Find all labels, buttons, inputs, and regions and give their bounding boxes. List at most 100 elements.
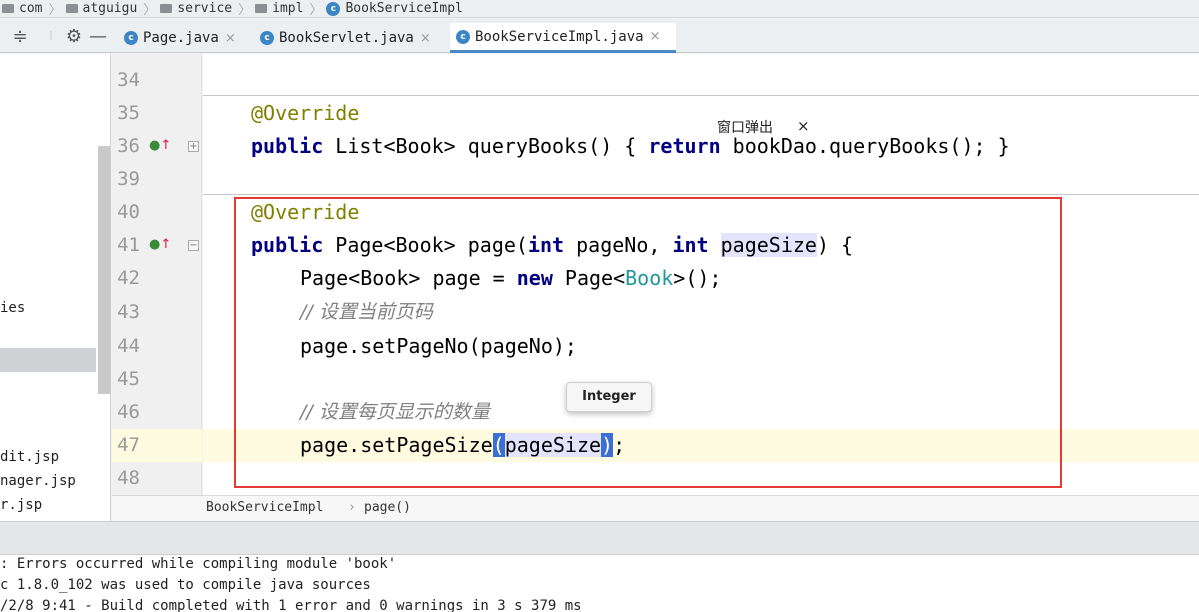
tab-bookserviceimpl-java[interactable]: c BookServiceImpl.java ×	[450, 23, 676, 53]
class-icon: c	[326, 1, 341, 16]
fold-expand-icon[interactable]: +	[188, 141, 199, 152]
annotation-token: @Override	[251, 101, 360, 125]
class-icon: c	[124, 31, 138, 45]
breadcrumb-separator: ›	[348, 500, 356, 515]
build-output-panel: : Errors occurred while compiling module…	[0, 555, 1199, 612]
close-icon[interactable]: ×	[420, 31, 431, 46]
code-line-40: @Override	[251, 196, 359, 229]
breadcrumb-item-class[interactable]: c BookServiceImpl	[326, 1, 463, 16]
highlighted-parameter: pageSize	[504, 433, 602, 457]
breadcrumb-separator: 〉	[309, 3, 323, 18]
matched-brace: (	[492, 433, 505, 457]
highlighted-parameter: pageSize	[720, 233, 817, 257]
keyword-token: return	[648, 134, 721, 158]
output-line: c 1.8.0_102 was used to compile java sou…	[0, 577, 371, 593]
tree-item[interactable]: dit.jsp	[0, 449, 59, 465]
keyword-token: new	[516, 266, 553, 290]
breadcrumb-item-com[interactable]: com	[2, 1, 42, 16]
line-number: 39	[117, 168, 140, 190]
code-token: ) {	[816, 233, 854, 257]
output-line: /2/8 9:41 - Build completed with 1 error…	[0, 598, 582, 612]
gear-icon[interactable]: ⚙	[62, 26, 86, 47]
editor-tab-bar: ≑ | ⚙ — c Page.java × c BookServlet.java…	[0, 19, 1199, 53]
generic-token: Book	[625, 266, 674, 290]
code-token: Page<Book> page =	[300, 266, 517, 290]
code-token: page.setPageSize	[300, 433, 493, 457]
folder-icon	[2, 4, 14, 13]
tree-item[interactable]: nager.jsp	[0, 473, 76, 489]
minimize-icon[interactable]: —	[86, 26, 110, 47]
code-line-44: page.setPageNo(pageNo);	[300, 330, 577, 363]
code-token: ;	[613, 433, 626, 457]
annotation-token: @Override	[251, 200, 360, 224]
code-line-47: page.setPageSize(pageSize);	[300, 429, 625, 462]
line-number: 48	[117, 467, 140, 489]
breadcrumb-separator: 〉	[238, 3, 252, 18]
method-separator	[203, 95, 1199, 96]
line-number: 44	[117, 335, 140, 357]
breadcrumb-separator: 〉	[143, 3, 157, 18]
line-number: 43	[117, 301, 140, 323]
class-icon: c	[456, 29, 470, 44]
code-line-42: Page<Book> page = new Page<Book>();	[300, 262, 721, 295]
collapse-icon[interactable]: ≑	[0, 26, 40, 47]
fold-collapse-icon[interactable]: −	[188, 240, 199, 251]
comment-token: // 设置每页显示的数量	[300, 401, 490, 423]
project-toolbar: ≑ | ⚙ —	[0, 19, 112, 53]
code-line-36: public List<Book> queryBooks() { return …	[251, 130, 1010, 163]
method-breadcrumb-method[interactable]: page()	[364, 500, 411, 515]
line-number: 45	[117, 368, 140, 390]
code-token: pageNo,	[564, 233, 673, 257]
folder-icon	[255, 4, 268, 13]
toolbar-divider: |	[49, 31, 53, 41]
method-breadcrumb-class[interactable]: BookServiceImpl	[206, 500, 323, 515]
keyword-token: public	[251, 233, 324, 257]
code-token: Page<	[552, 266, 626, 290]
line-number: 34	[117, 69, 140, 91]
tab-page-java[interactable]: c Page.java ×	[118, 23, 242, 53]
output-line: : Errors occurred while compiling module…	[0, 556, 397, 572]
keyword-token: int	[527, 233, 565, 257]
implement-marker-icon[interactable]: ●↑	[149, 138, 171, 153]
parameter-hint-tooltip: Integer	[566, 382, 652, 412]
method-separator	[203, 194, 1199, 195]
line-number: 40	[117, 201, 140, 223]
selected-tree-row[interactable]	[0, 348, 96, 372]
method-breadcrumb-bar: BookServiceImpl › page()	[112, 495, 1199, 521]
line-number: 42	[117, 267, 140, 289]
code-token: Page<Book> page(	[323, 233, 528, 257]
code-line-46: // 设置每页显示的数量	[300, 396, 490, 429]
comment-token: // 设置当前页码	[300, 301, 433, 323]
tree-item[interactable]: ies	[0, 300, 25, 316]
breadcrumb-item-service[interactable]: service	[160, 1, 232, 16]
line-number: 41	[117, 234, 140, 256]
code-line-35: @Override	[251, 97, 359, 130]
code-line-41: public Page<Book> page(int pageNo, int p…	[251, 229, 853, 262]
navigation-breadcrumb: com 〉 atguigu 〉 service 〉 impl 〉 c BookServic…	[0, 0, 1199, 18]
close-icon[interactable]: ×	[650, 29, 661, 44]
code-token: >();	[673, 266, 722, 290]
keyword-token: int	[672, 233, 709, 257]
tree-item[interactable]: r.jsp	[0, 497, 42, 513]
close-icon[interactable]: ×	[225, 31, 236, 46]
popup-label: 窗口弹出	[717, 117, 773, 137]
code-token: bookDao.queryBooks(); }	[720, 134, 1010, 158]
breadcrumb-separator: 〉	[48, 3, 62, 18]
implement-marker-icon[interactable]: ●↑	[149, 237, 171, 252]
breadcrumb-item-atguigu[interactable]: atguigu	[65, 1, 137, 16]
matched-brace: )	[601, 433, 614, 457]
tab-bookservlet-java[interactable]: c BookServlet.java ×	[254, 23, 437, 53]
folder-icon	[65, 4, 78, 13]
line-number: 46	[117, 401, 140, 423]
project-tree-panel: ies dit.jsp nager.jsp r.jsp	[0, 54, 111, 522]
breadcrumb-item-impl[interactable]: impl	[255, 1, 303, 16]
folder-icon	[160, 4, 173, 13]
line-number: 35	[117, 102, 140, 124]
keyword-token: public	[251, 134, 324, 158]
code-line-43: // 设置当前页码	[300, 296, 433, 329]
line-number: 47	[117, 434, 140, 456]
close-icon[interactable]: ×	[797, 117, 810, 135]
panel-divider[interactable]	[0, 521, 1199, 555]
class-icon: c	[260, 31, 274, 45]
